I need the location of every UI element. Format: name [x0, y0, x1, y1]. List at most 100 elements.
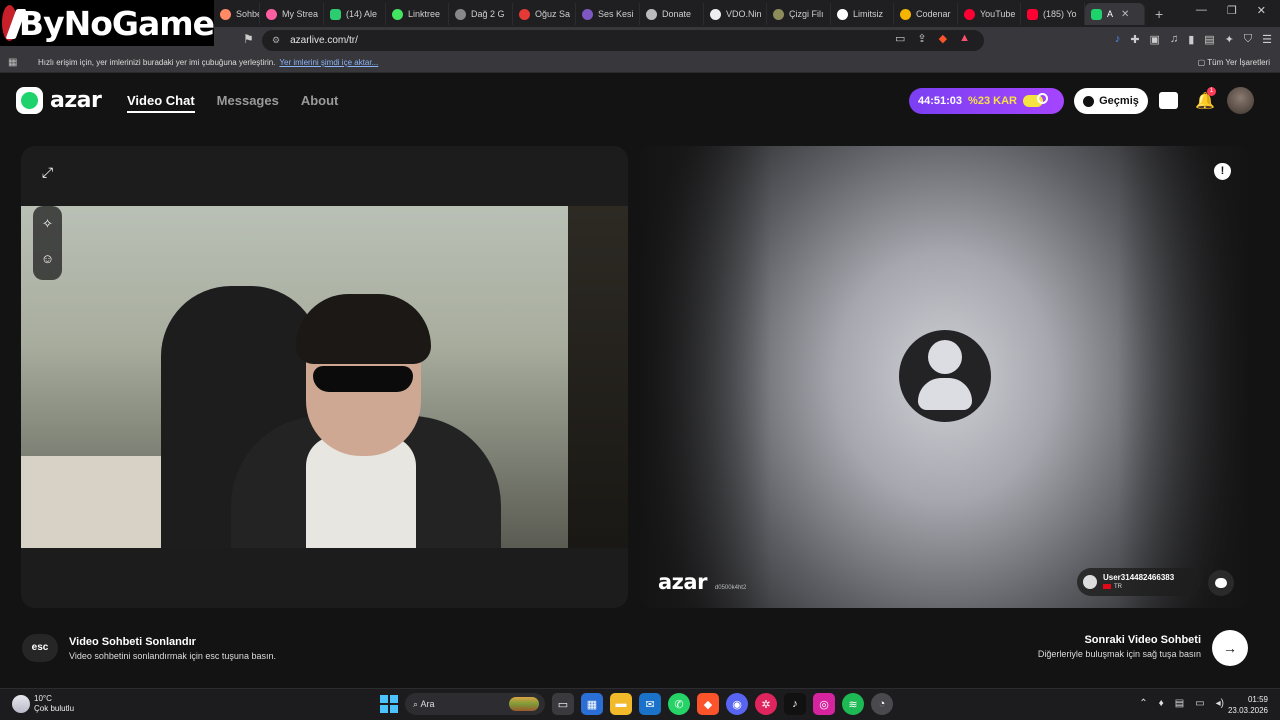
share-icon[interactable]: ⇪: [917, 32, 926, 45]
chat-bubble-icon[interactable]: [1208, 570, 1234, 596]
next-chat-subtitle: Diğerleriyle buluşmak için sağ tuşa bası…: [1037, 649, 1201, 659]
history-button[interactable]: Geçmiş: [1074, 88, 1148, 114]
browser-tab[interactable]: YouTube: [958, 3, 1021, 25]
bookmark-icon[interactable]: ⚑: [243, 32, 254, 46]
browser-tab[interactable]: (14) Ale: [324, 3, 386, 25]
brave-shield-icon[interactable]: ◆: [939, 32, 947, 45]
nav-about[interactable]: About: [301, 93, 339, 113]
brave-icon[interactable]: ◆: [697, 693, 719, 715]
chevron-up-icon[interactable]: ⌃: [1139, 698, 1147, 709]
face-effect-icon[interactable]: ☺: [33, 241, 62, 276]
search-icon: ⌕: [413, 698, 421, 709]
display-icon[interactable]: ▭: [1195, 698, 1204, 709]
tab-title: Codenar: [916, 9, 951, 19]
tab-favicon-icon: [266, 8, 277, 20]
store-icon[interactable]: ▦: [581, 693, 603, 715]
volume-icon[interactable]: ◂): [1216, 698, 1224, 709]
turkey-flag-icon: [1103, 584, 1111, 590]
new-tab-button[interactable]: +: [1155, 6, 1163, 22]
browser-tab-bar: ByNoGame Sohbet My Strea (14) Ale Linktr…: [0, 0, 1280, 46]
file-explorer-icon[interactable]: ▬: [610, 693, 632, 715]
discord-icon[interactable]: ◉: [726, 693, 748, 715]
browser-tab[interactable]: Limitsiz: [831, 3, 894, 25]
outlook-icon[interactable]: ✉: [639, 693, 661, 715]
history-icon: [1083, 95, 1095, 107]
instagram-icon[interactable]: ◎: [813, 693, 835, 715]
audio-icon[interactable]: ♪: [1115, 33, 1121, 46]
brave-rewards-icon[interactable]: ▲: [959, 32, 970, 45]
next-chat-title: Sonraki Video Sohbeti: [1084, 634, 1201, 646]
sidebar-icon[interactable]: ▮: [1188, 33, 1194, 46]
tiktok-icon[interactable]: ♪: [784, 693, 806, 715]
shop-icon[interactable]: [1159, 92, 1178, 109]
leo-ai-icon[interactable]: ✦: [1225, 33, 1234, 46]
all-bookmarks-button[interactable]: ▢ Tüm Yer İşaretleri: [1198, 58, 1270, 67]
esc-key-button[interactable]: esc: [22, 634, 58, 662]
tab-title: Dağ 2 G: [471, 9, 505, 19]
vpn-shield-icon[interactable]: ⛉: [1244, 33, 1252, 46]
menu-icon[interactable]: ☰: [1262, 33, 1272, 46]
tab-favicon-icon: [1027, 8, 1038, 20]
screenshot-icon[interactable]: ▣: [1150, 33, 1160, 46]
nav-video-chat[interactable]: Video Chat: [127, 93, 195, 113]
import-bookmarks-link[interactable]: Yer imlerini şimdi içe aktar...: [279, 58, 378, 67]
browser-tab[interactable]: Sohbet: [214, 3, 260, 25]
top-nav: azar Video Chat Messages About 44:51:03 …: [0, 74, 1280, 128]
nav-messages[interactable]: Messages: [217, 93, 279, 113]
app-icon[interactable]: ✲: [755, 693, 777, 715]
magic-filter-icon[interactable]: ✧: [33, 206, 62, 241]
apps-grid-icon[interactable]: ▦: [8, 57, 18, 68]
task-view-icon[interactable]: ▭: [552, 693, 574, 715]
taskbar-search[interactable]: ⌕ Ara: [405, 693, 545, 715]
browser-tab[interactable]: Çizgi Filı: [767, 3, 831, 25]
clock-icon: [1037, 93, 1048, 104]
media-icon[interactable]: ♫: [1170, 33, 1178, 46]
taskbar-clock[interactable]: 01:59 23.03.2026: [1228, 694, 1268, 716]
expand-icon[interactable]: ⤢: [33, 158, 62, 187]
extensions-icon[interactable]: ✚: [1130, 33, 1139, 46]
microphone-icon[interactable]: ♦: [1159, 698, 1164, 709]
end-chat-title: Video Sohbeti Sonlandır: [69, 635, 196, 648]
clock-time: 01:59: [1247, 695, 1268, 704]
browser-tab[interactable]: My Strea: [260, 3, 324, 25]
browser-tab[interactable]: Codenar: [894, 3, 958, 25]
tab-title: A: [1107, 9, 1114, 19]
browser-tab-active[interactable]: A ✕: [1085, 3, 1145, 25]
wallet-icon[interactable]: ▤: [1204, 33, 1214, 46]
tab-favicon-icon: [964, 8, 975, 20]
tab-favicon-icon: [455, 8, 466, 20]
site-info-icon[interactable]: ⚙: [272, 35, 280, 46]
browser-tab[interactable]: VDO.Nin: [704, 3, 767, 25]
next-chat-button[interactable]: →: [1212, 630, 1248, 666]
windows-start-icon[interactable]: [380, 695, 398, 713]
browser-tab[interactable]: Ses Kesi: [576, 3, 640, 25]
browser-tab[interactable]: Dağ 2 G: [449, 3, 513, 25]
browser-tab[interactable]: Oğuz Sa: [513, 3, 576, 25]
minimize-icon[interactable]: —: [1196, 4, 1207, 17]
end-chat-subtitle: Video sohbetini sonlandırmak için esc tu…: [69, 650, 276, 661]
tab-close-icon[interactable]: ✕: [1121, 9, 1129, 20]
profile-avatar[interactable]: [1227, 87, 1254, 114]
self-camera-feed: [21, 206, 628, 548]
weather-text: Çok bulutlu: [34, 704, 75, 713]
cast-icon[interactable]: ▭: [895, 32, 905, 45]
bynogame-logo-overlay: ByNoGame: [0, 0, 215, 46]
tab-favicon-icon: [1091, 8, 1102, 20]
keyboard-icon[interactable]: ▤: [1175, 698, 1184, 709]
browser-tab[interactable]: Linktree: [386, 3, 449, 25]
browser-tab[interactable]: (185) Yo: [1021, 3, 1085, 25]
weather-widget[interactable]: 10°C Çok bulutlu: [12, 694, 74, 714]
window-close-icon[interactable]: ✕: [1257, 4, 1266, 17]
browser-tab[interactable]: Donate: [640, 3, 704, 25]
spotify-icon[interactable]: ≋: [842, 693, 864, 715]
whatsapp-icon[interactable]: ✆: [668, 693, 690, 715]
promo-timer-badge[interactable]: 44:51:03 %23 KAR: [909, 88, 1064, 114]
azar-app: azar Video Chat Messages About 44:51:03 …: [0, 74, 1280, 688]
tab-favicon-icon: [392, 8, 403, 20]
peer-user-chip[interactable]: User314482466383 TR: [1077, 568, 1201, 596]
azar-brand[interactable]: azar: [16, 87, 102, 114]
taskbar-apps: ⌕ Ara ▭ ▦ ▬ ✉ ✆ ◆ ◉ ✲ ♪ ◎ ≋ ◔: [380, 693, 893, 715]
restore-icon[interactable]: ❐: [1227, 4, 1237, 17]
url-field[interactable]: ⚙ azarlive.com/tr/: [262, 30, 984, 51]
obs-icon[interactable]: ◔: [871, 693, 893, 715]
